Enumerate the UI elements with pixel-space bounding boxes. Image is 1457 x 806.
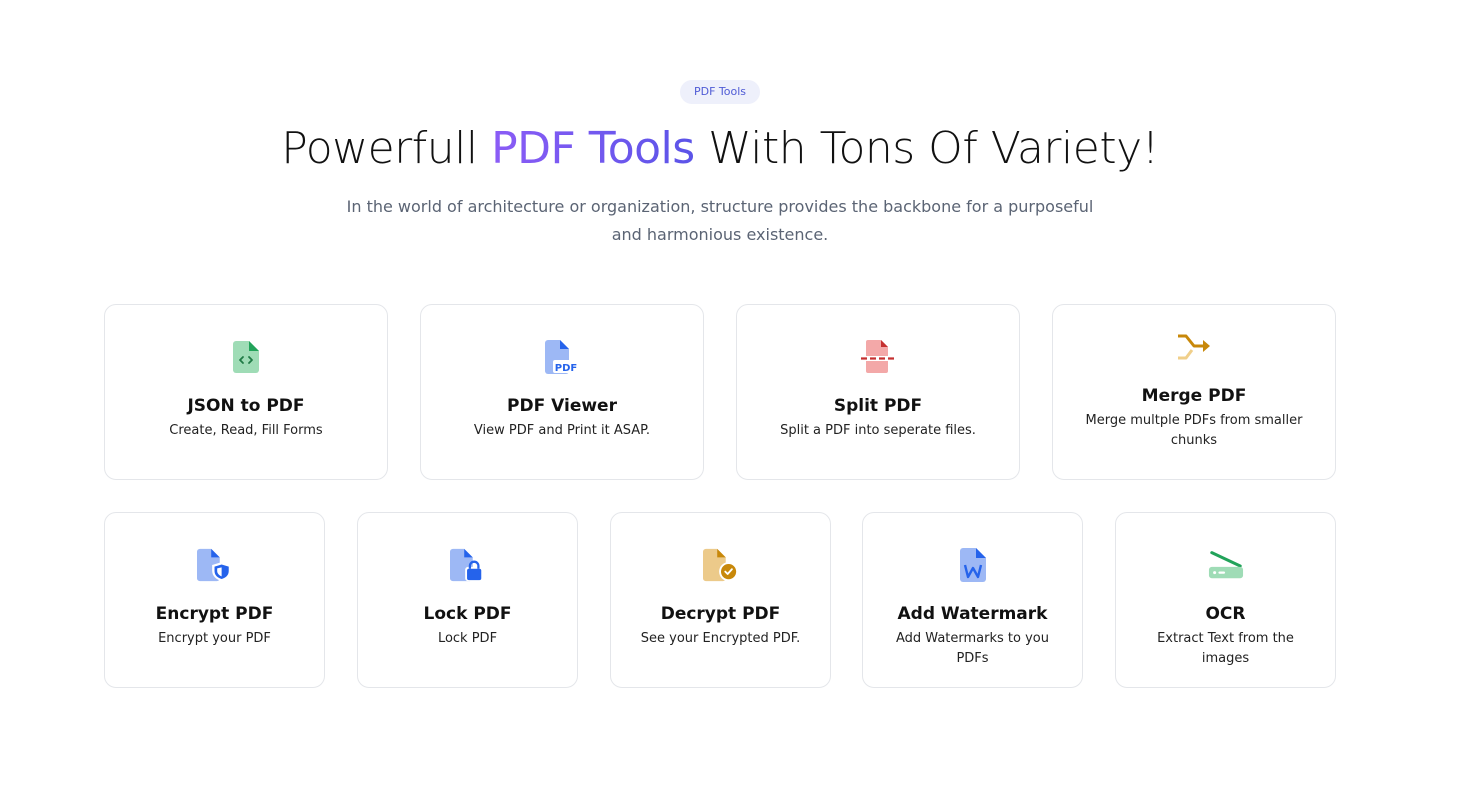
tool-card-merge-pdf[interactable]: Merge PDF Merge multple PDFs from smalle… — [1052, 304, 1336, 480]
tool-card-json-to-pdf[interactable]: JSON to PDF Create, Read, Fill Forms — [104, 304, 388, 480]
tool-card-lock-pdf[interactable]: Lock PDF Lock PDF — [357, 512, 578, 688]
pdf-file-icon: PDF — [544, 339, 580, 375]
tool-description: See your Encrypted PDF. — [640, 631, 801, 646]
tool-description: Merge multple PDFs from smaller chunks — [1085, 413, 1303, 448]
tool-title: Lock PDF — [423, 604, 512, 624]
tool-description: Split a PDF into seperate files. — [780, 423, 976, 438]
shield-file-icon — [196, 547, 233, 583]
tool-description: Extract Text from the images — [1157, 631, 1294, 666]
svg-text:PDF: PDF — [555, 363, 577, 374]
title-prefix: Powerfull — [281, 123, 492, 174]
lock-file-icon — [449, 547, 486, 583]
page-title: Powerfull PDF Tools With Tons Of Variety… — [0, 120, 1440, 178]
title-accent: PDF Tools — [491, 123, 695, 174]
tool-card-add-watermark[interactable]: Add Watermark Add Watermarks to you PDFs — [862, 512, 1083, 688]
tool-title: PDF Viewer — [507, 396, 617, 416]
tool-title: Split PDF — [833, 396, 923, 416]
merge-arrows-icon — [1176, 329, 1212, 365]
section-badge: PDF Tools — [680, 80, 760, 104]
check-file-icon — [702, 547, 739, 583]
tool-title: OCR — [1205, 604, 1246, 624]
split-file-icon — [860, 339, 896, 375]
word-file-icon — [955, 547, 991, 583]
tool-description: Add Watermarks to you PDFs — [896, 631, 1049, 666]
page-subtitle: In the world of architecture or organiza… — [346, 197, 1094, 244]
tool-description: Encrypt your PDF — [158, 631, 271, 646]
tool-card-encrypt-pdf[interactable]: Encrypt PDF Encrypt your PDF — [104, 512, 325, 688]
json-file-icon — [228, 339, 264, 375]
tool-description: Create, Read, Fill Forms — [169, 423, 323, 438]
tool-description: Lock PDF — [437, 631, 498, 646]
tool-title: Add Watermark — [897, 604, 1048, 624]
scanner-icon — [1208, 547, 1244, 583]
title-suffix: With Tons Of Variety! — [694, 123, 1159, 174]
tool-card-split-pdf[interactable]: Split PDF Split a PDF into seperate file… — [736, 304, 1020, 480]
tool-title: Encrypt PDF — [155, 604, 274, 624]
tool-card-ocr[interactable]: OCR Extract Text from the images — [1115, 512, 1336, 688]
tool-title: Merge PDF — [1141, 386, 1247, 406]
tool-description: View PDF and Print it ASAP. — [473, 423, 651, 438]
tool-title: JSON to PDF — [187, 396, 305, 416]
tool-card-decrypt-pdf[interactable]: Decrypt PDF See your Encrypted PDF. — [610, 512, 831, 688]
tool-title: Decrypt PDF — [660, 604, 781, 624]
tool-card-pdf-viewer[interactable]: PDF PDF Viewer View PDF and Print it ASA… — [420, 304, 704, 480]
